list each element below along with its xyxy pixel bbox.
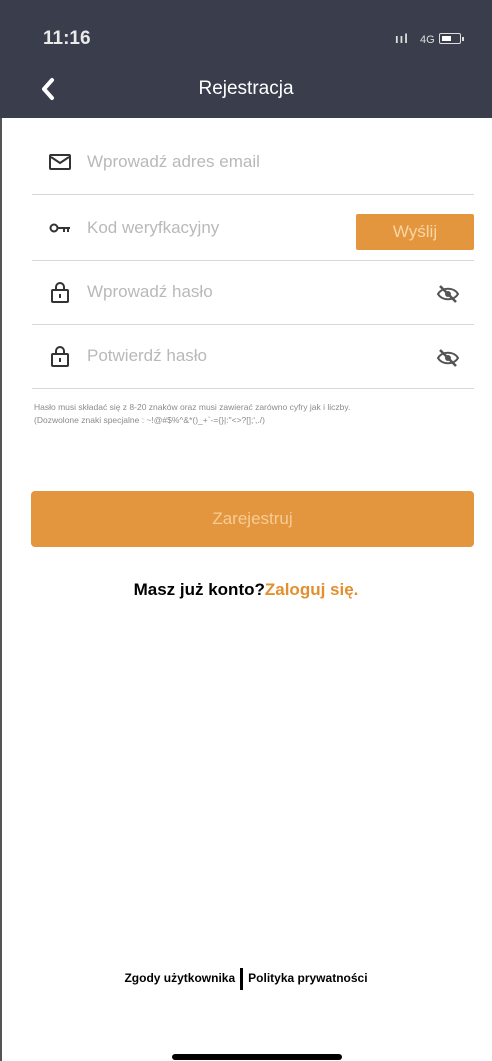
- privacy-policy-link[interactable]: Polityka prywatności: [248, 971, 367, 985]
- status-bar: 11:16 ııl 4G: [0, 0, 492, 58]
- send-code-button[interactable]: Wyślij: [356, 214, 474, 250]
- lock-icon: [51, 346, 69, 367]
- user-consents-link[interactable]: Zgody użytkownika: [124, 971, 235, 985]
- password-placeholder: Wprowadź hasło: [87, 282, 213, 301]
- email-placeholder: Wprowadź adres email: [87, 152, 260, 171]
- lock-icon: [51, 282, 69, 303]
- eye-off-icon[interactable]: [436, 282, 460, 306]
- status-time: 11:16: [43, 28, 91, 49]
- password-hint-special: (Dozwolone znaki specjalne : ~!@#$%^&*()…: [34, 415, 265, 425]
- register-button[interactable]: Zarejestruj: [31, 491, 474, 547]
- confirm-password-field[interactable]: Potwierdź hasło: [32, 326, 474, 389]
- footer-divider: [240, 968, 244, 990]
- password-hint: Hasło musi składać się z 8-20 znaków ora…: [34, 401, 474, 427]
- login-question: Masz już konto?: [133, 580, 265, 599]
- login-link[interactable]: Zaloguj się.: [265, 580, 359, 599]
- mail-icon: [49, 154, 71, 170]
- signal-icon: ııl: [395, 31, 409, 46]
- page-title: Rejestracja: [198, 78, 294, 99]
- nav-bar: Rejestracja: [0, 58, 492, 118]
- code-placeholder: Kod weryfkacyjny: [87, 218, 220, 237]
- home-indicator[interactable]: [172, 1054, 342, 1060]
- battery-icon: [439, 33, 464, 44]
- password-hint-rule: Hasło musi składać się z 8-20 znaków ora…: [34, 402, 351, 412]
- footer-links: Zgody użytkownika Polityka prywatności: [0, 968, 492, 990]
- eye-off-icon[interactable]: [436, 346, 460, 370]
- email-field[interactable]: Wprowadź adres email: [32, 132, 474, 195]
- password-field[interactable]: Wprowadź hasło: [32, 262, 474, 325]
- login-prompt: Masz już konto?Zaloguj się.: [0, 580, 492, 600]
- verification-code-field[interactable]: Kod weryfkacyjny Wyślij: [32, 198, 474, 261]
- confirm-password-placeholder: Potwierdź hasło: [87, 346, 208, 365]
- network-type: 4G: [420, 34, 435, 46]
- key-icon: [49, 223, 70, 233]
